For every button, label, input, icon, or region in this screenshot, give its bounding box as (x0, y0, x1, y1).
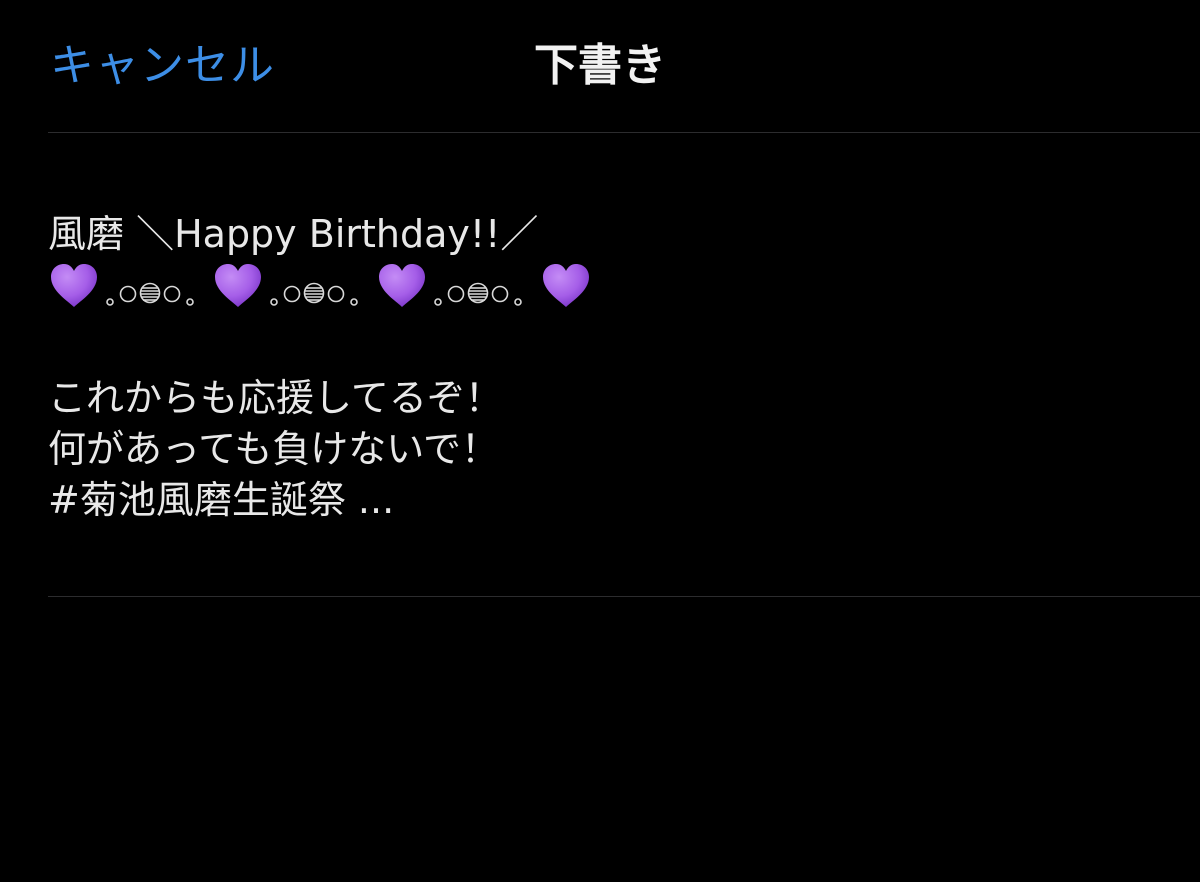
purple-heart-icon (376, 262, 428, 310)
bubble-decoration-icon (264, 262, 376, 310)
purple-heart-icon (212, 262, 264, 310)
draft-preview-text: 風磨 ＼Happy Birthday!!／ これからも応援してるぞ！ 何があって… (48, 209, 1168, 526)
purple-heart-icon (540, 262, 592, 310)
purple-heart-icon (48, 262, 100, 310)
drafts-sheet: キャンセル 下書き 風磨 ＼Happy Birthday!!／ これからも応援し… (0, 0, 1200, 882)
emoji-decoration-line (48, 258, 1168, 314)
draft-list-item[interactable]: 風磨 ＼Happy Birthday!!／ これからも応援してるぞ！ 何があって… (0, 133, 1200, 596)
page-title: 下書き (534, 40, 666, 91)
draft-line-hashtag: #菊池風磨生誕祭 ... (48, 478, 395, 522)
draft-divider (48, 596, 1200, 597)
bubble-decoration-icon (100, 262, 212, 310)
draft-line-encourage: 何があっても負けないで！ (48, 427, 500, 471)
draft-line-support: これからも応援してるぞ！ (48, 376, 503, 420)
navigation-bar: キャンセル 下書き (0, 0, 1200, 133)
draft-line-birthday: 風磨 ＼Happy Birthday!!／ (48, 212, 539, 256)
bubble-decoration-icon (428, 262, 540, 310)
draft-blank-line (48, 314, 1168, 373)
